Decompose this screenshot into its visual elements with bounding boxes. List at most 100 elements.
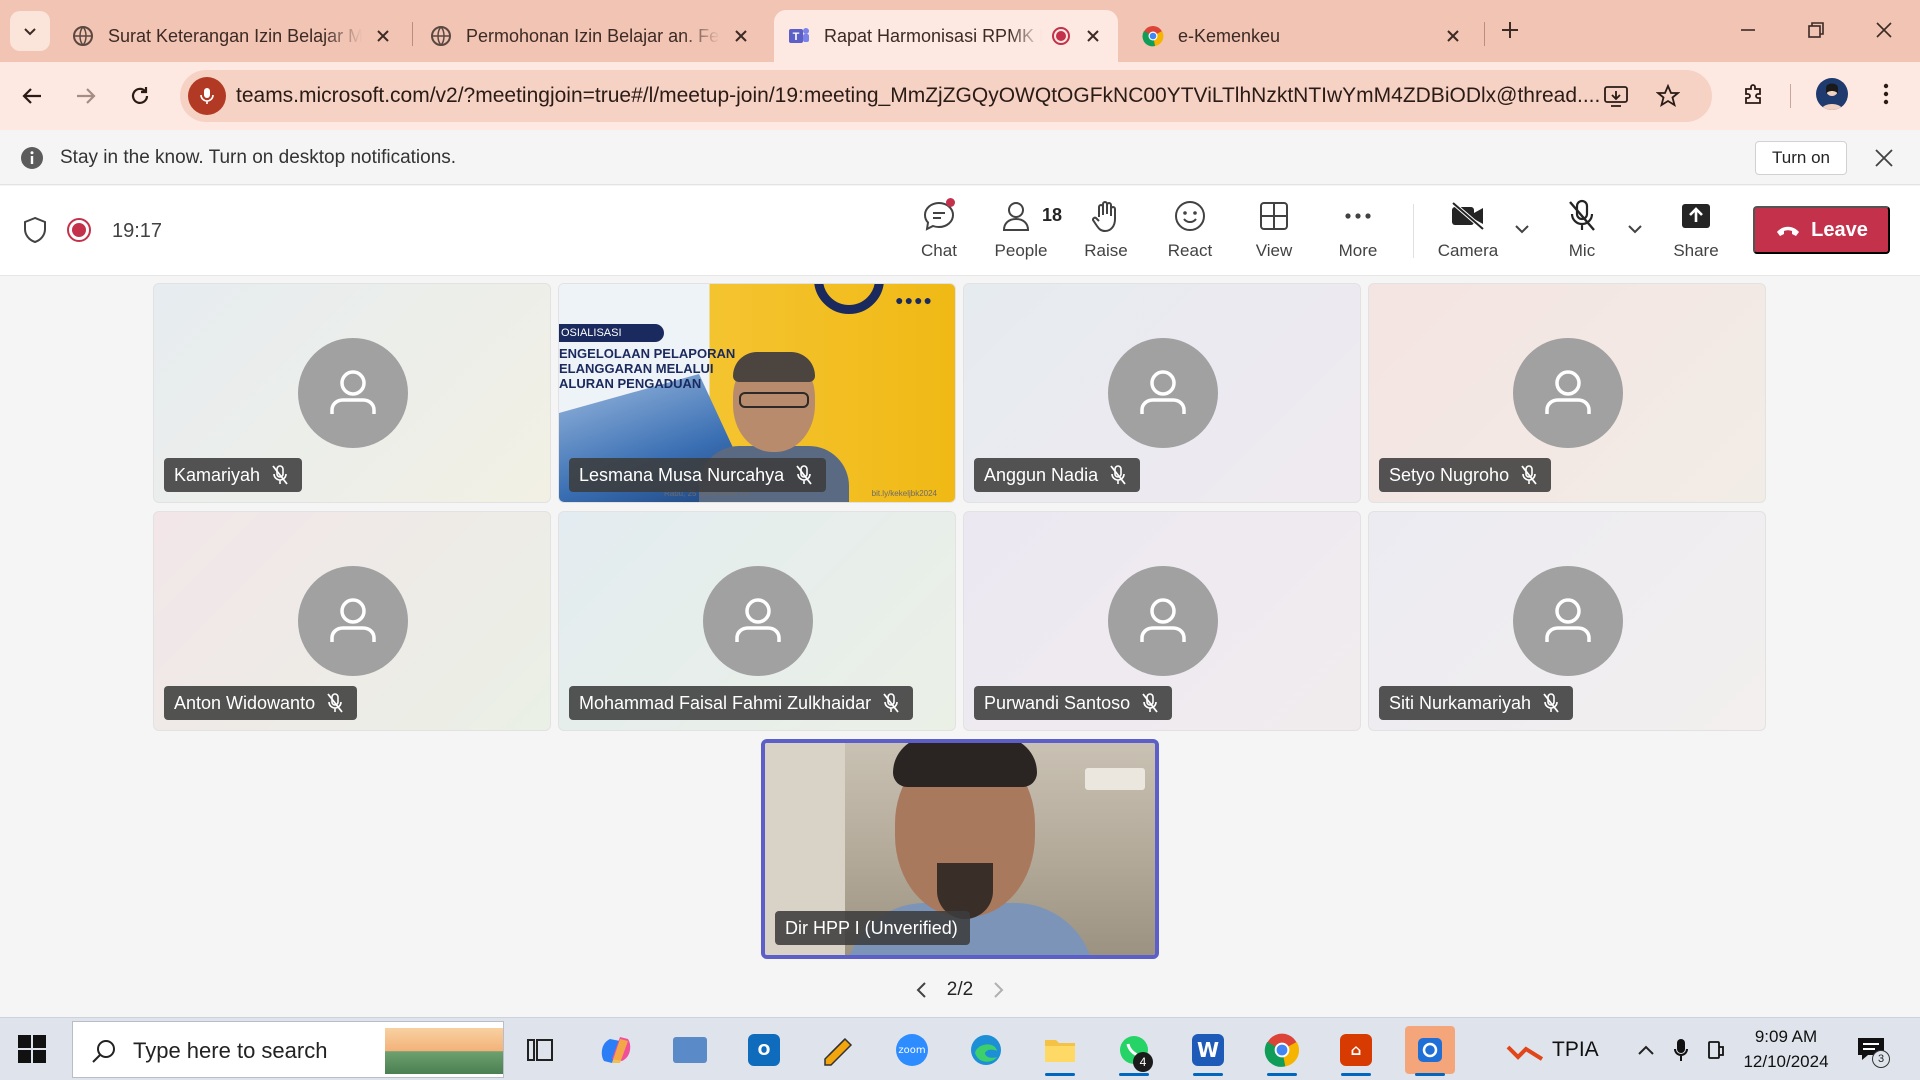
minimize-button[interactable] (1730, 14, 1766, 46)
participant-name: Lesmana Musa Nurcahya (579, 464, 785, 485)
participant-name-tag: Lesmana Musa Nurcahya (569, 458, 827, 492)
browser-tab-1[interactable]: Surat Keterangan Izin Belajar M (58, 10, 408, 62)
avatar (1513, 338, 1623, 448)
people-button[interactable]: 18 People (986, 196, 1062, 266)
participant-tile[interactable]: Anggun Nadia (963, 283, 1361, 503)
meeting-stage: Kamariyah ●●●● OSIALISASI ENGELOLAAN PEL… (0, 277, 1920, 1017)
browser-toolbar: teams.microsoft.com/v2/?meetingjoin=true… (0, 62, 1920, 130)
participant-name-tag: Setyo Nugroho (1379, 458, 1552, 492)
bookmark-star-icon[interactable] (1654, 82, 1682, 110)
mic-in-use-indicator[interactable] (188, 77, 226, 115)
whatsapp-app[interactable]: 4 (1109, 1026, 1159, 1076)
leave-meeting-button[interactable]: Leave (1753, 206, 1890, 254)
install-app-icon[interactable] (1602, 82, 1630, 110)
participant-name: Kamariyah (174, 464, 261, 485)
participant-tile[interactable]: Setyo Nugroho (1368, 283, 1766, 503)
taskbar-search-box[interactable]: Type here to search (72, 1021, 504, 1078)
camera-off-icon (1448, 196, 1488, 236)
url-text: teams.microsoft.com/v2/?meetingjoin=true… (236, 84, 1601, 107)
windows-start-icon[interactable] (18, 1035, 46, 1063)
dismiss-notification-button[interactable] (1870, 144, 1898, 172)
edge-icon (971, 1035, 1001, 1065)
slide-pill-label: OSIALISASI (559, 324, 664, 342)
people-label: People (994, 241, 1048, 260)
participant-tile[interactable]: Mohammad Faisal Fahmi Zulkhaidar (558, 511, 956, 731)
screenshot-tool-app[interactable] (1405, 1026, 1455, 1076)
meeting-timer: 19:17 (112, 220, 163, 242)
zoom-icon: zoom (896, 1034, 928, 1066)
share-button[interactable]: Share (1661, 196, 1731, 266)
active-speaker-tile[interactable]: Dir HPP I (Unverified) (761, 739, 1159, 959)
restore-button[interactable] (1798, 14, 1834, 46)
network-tray-icon[interactable] (1705, 1039, 1727, 1061)
shield-icon[interactable] (22, 216, 48, 244)
system-clock[interactable]: 9:09 AM 12/10/2024 (1738, 1024, 1834, 1074)
next-page-button[interactable] (989, 980, 1009, 1000)
address-bar[interactable]: teams.microsoft.com/v2/?meetingjoin=true… (180, 70, 1712, 122)
new-tab-button[interactable] (1494, 14, 1526, 46)
stock-widget[interactable]: TPIA (1506, 1038, 1599, 1062)
browser-tab-4[interactable]: e-Kemenkeu (1128, 10, 1478, 62)
back-button[interactable] (14, 78, 50, 114)
turn-on-notifications-button[interactable]: Turn on (1755, 141, 1847, 175)
participant-video-tile[interactable]: ●●●● OSIALISASI ENGELOLAAN PELAPORAN ELA… (558, 283, 956, 503)
participant-tile[interactable]: Anton Widowanto (153, 511, 551, 731)
whatsapp-badge: 4 (1133, 1052, 1153, 1072)
word-app[interactable]: W (1183, 1026, 1233, 1076)
unread-dot (946, 198, 955, 207)
zoom-app[interactable]: zoom (887, 1026, 937, 1074)
people-count: 18 (1042, 205, 1063, 225)
microphone-tray-icon[interactable] (1670, 1039, 1692, 1061)
close-window-button[interactable] (1866, 14, 1902, 46)
browser-tab-2[interactable]: Permohonan Izin Belajar an. Fel (416, 10, 766, 62)
gallery-pager: 2/2 (900, 975, 1020, 1005)
browser-tab-3-active[interactable]: T Rapat Harmonisasi RPMK Pe (774, 10, 1118, 62)
chrome-app[interactable] (1257, 1026, 1307, 1076)
tab-close-icon[interactable] (1442, 25, 1464, 47)
camera-button[interactable]: Camera (1433, 196, 1503, 266)
widgets-icon (673, 1037, 707, 1063)
participant-tile[interactable]: Purwandi Santoso (963, 511, 1361, 731)
view-button[interactable]: View (1239, 196, 1309, 266)
raise-hand-button[interactable]: Raise (1071, 196, 1141, 266)
file-explorer-app[interactable] (1035, 1026, 1085, 1076)
browser-menu-button[interactable] (1868, 76, 1904, 112)
participant-name: Siti Nurkamariyah (1389, 692, 1532, 713)
office-app[interactable]: ⌂ (1331, 1026, 1381, 1076)
people-icon: 18 (1001, 196, 1062, 236)
previous-page-button[interactable] (911, 980, 931, 1000)
extensions-button[interactable] (1736, 76, 1772, 112)
profile-avatar[interactable] (1816, 78, 1848, 110)
avatar (1108, 566, 1218, 676)
widgets-app[interactable] (665, 1026, 715, 1074)
reload-button[interactable] (122, 78, 158, 114)
task-view-button[interactable] (515, 1026, 565, 1074)
tab-search-button[interactable] (10, 11, 50, 51)
edge-app[interactable] (961, 1026, 1011, 1074)
participant-tile[interactable]: Kamariyah (153, 283, 551, 503)
office-icon: ⌂ (1340, 1034, 1372, 1066)
tab-close-icon[interactable] (1082, 25, 1104, 47)
mic-options-button[interactable] (1624, 218, 1646, 240)
chat-button[interactable]: Chat (904, 196, 974, 266)
avatar (1108, 338, 1218, 448)
avatar (298, 566, 408, 676)
reload-icon (131, 87, 149, 104)
notification-center-button[interactable]: 3 (1856, 1036, 1890, 1068)
react-button[interactable]: React (1155, 196, 1225, 266)
participant-tile[interactable]: Siti Nurkamariyah (1368, 511, 1766, 731)
participant-name: Setyo Nugroho (1389, 464, 1510, 485)
camera-options-button[interactable] (1511, 218, 1533, 240)
restore-icon (1808, 22, 1824, 38)
forward-button[interactable] (68, 78, 104, 114)
tab-close-icon[interactable] (730, 25, 752, 47)
mic-button[interactable]: Mic (1547, 196, 1617, 266)
outlook-app[interactable]: O (739, 1026, 789, 1074)
person-placeholder-icon (330, 370, 376, 414)
tab-close-icon[interactable] (372, 25, 394, 47)
copilot-app[interactable] (591, 1026, 641, 1074)
search-placeholder: Type here to search (133, 1038, 328, 1063)
more-button[interactable]: More (1323, 196, 1393, 266)
show-hidden-icons-button[interactable] (1635, 1039, 1657, 1061)
sticky-tool-app[interactable] (813, 1026, 863, 1074)
